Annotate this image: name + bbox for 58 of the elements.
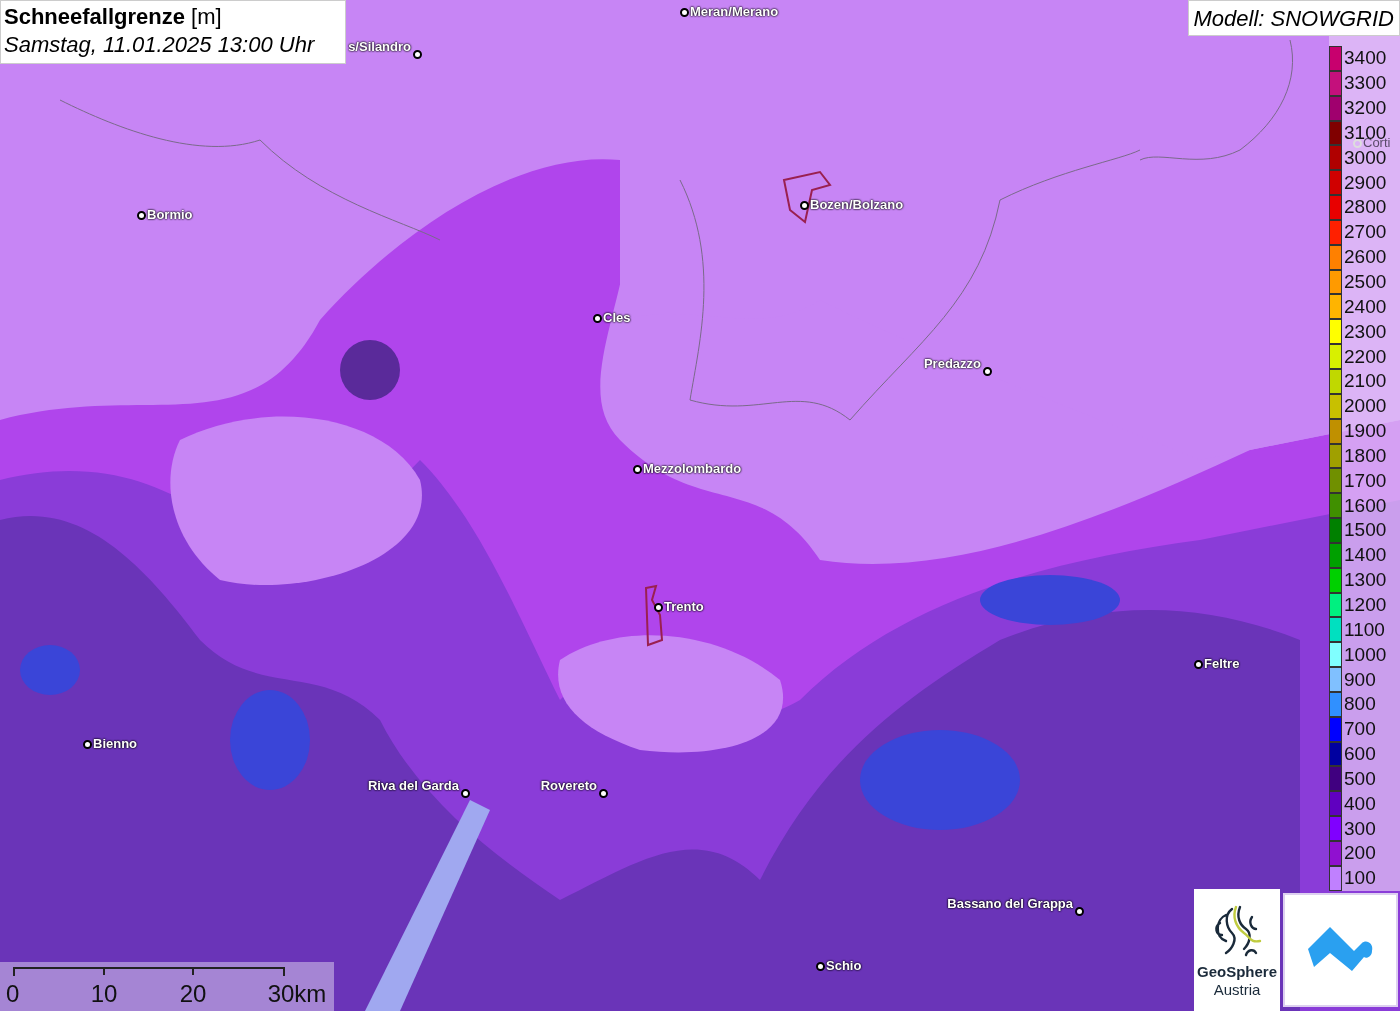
map-title: Schneefallgrenze [m] (4, 3, 223, 31)
legend-label: 900 (1344, 669, 1376, 690)
legend-label: 300 (1344, 818, 1376, 839)
legend-label: 800 (1344, 694, 1376, 715)
legend-label: 200 (1344, 843, 1376, 864)
city-label: Schio (826, 958, 862, 974)
legend-label: 3300 (1344, 73, 1387, 94)
city-label: Bienno (93, 736, 138, 752)
scale-label: 30km (267, 980, 327, 1008)
city-label: Feltre (1204, 656, 1240, 672)
scale-label: 0 (6, 980, 20, 1008)
legend-label: 2500 (1344, 272, 1387, 292)
logo-subtitle: Austria (1213, 981, 1261, 999)
scale-label: 20 (179, 980, 207, 1008)
legend-label: 700 (1344, 719, 1376, 740)
legend-label: 1800 (1344, 445, 1387, 466)
legend-label: 1000 (1344, 644, 1387, 665)
city-label: Meran/Merano (690, 4, 779, 20)
legend-label: 2400 (1344, 296, 1387, 317)
city-label: Bormio (147, 207, 193, 223)
legend-label: 1700 (1344, 470, 1387, 491)
city-label: Bassano del Grappa (947, 896, 1073, 912)
city-label: Riva del Garda (367, 778, 459, 794)
legend-label: 2200 (1344, 346, 1387, 367)
legend-label: 1200 (1344, 595, 1387, 615)
legend-label: 2800 (1344, 197, 1387, 218)
scale-label: 10 (90, 980, 118, 1008)
legend-label: 1600 (1344, 495, 1387, 516)
legend-label: 1500 (1344, 520, 1387, 541)
legend-label: 2700 (1344, 222, 1387, 243)
logo-name: GeoSphere (1197, 963, 1277, 981)
legend-label: 1100 (1344, 619, 1385, 640)
city-label: Cles (603, 310, 631, 326)
legend-label: 1400 (1344, 545, 1387, 566)
scale-ruler-icon (13, 967, 285, 977)
legend-label: 2900 (1344, 172, 1387, 193)
legend-label: 1300 (1344, 570, 1387, 591)
city-label: s/Silandro (348, 39, 411, 55)
legend-label: 2600 (1344, 247, 1387, 268)
city-label: Mezzolombardo (643, 461, 742, 477)
legend-label: 3000 (1344, 147, 1387, 168)
legend-label: 1900 (1344, 421, 1387, 442)
legend-label: 3200 (1344, 98, 1387, 119)
city-label: Rovereto (540, 778, 597, 794)
roof-cloud-icon (1307, 927, 1374, 973)
legend-label: 100 (1344, 868, 1376, 889)
legend-label: 2300 (1344, 321, 1387, 342)
city-label: Bozen/Bolzano (810, 197, 904, 213)
legend-label: 3400 (1344, 48, 1387, 69)
date-time: Samstag, 11.01.2025 13:00 Uhr (4, 31, 316, 59)
legend-label: 2000 (1344, 396, 1387, 417)
city-label: Trento (664, 599, 704, 615)
legend-label: 400 (1344, 793, 1376, 814)
legend-label: 500 (1344, 768, 1376, 789)
legend-label: 600 (1344, 744, 1376, 765)
legend-label: 2100 (1344, 371, 1387, 392)
city-label: Predazzo (923, 356, 981, 372)
model-label: Modell: SNOWGRID (1187, 0, 1400, 36)
